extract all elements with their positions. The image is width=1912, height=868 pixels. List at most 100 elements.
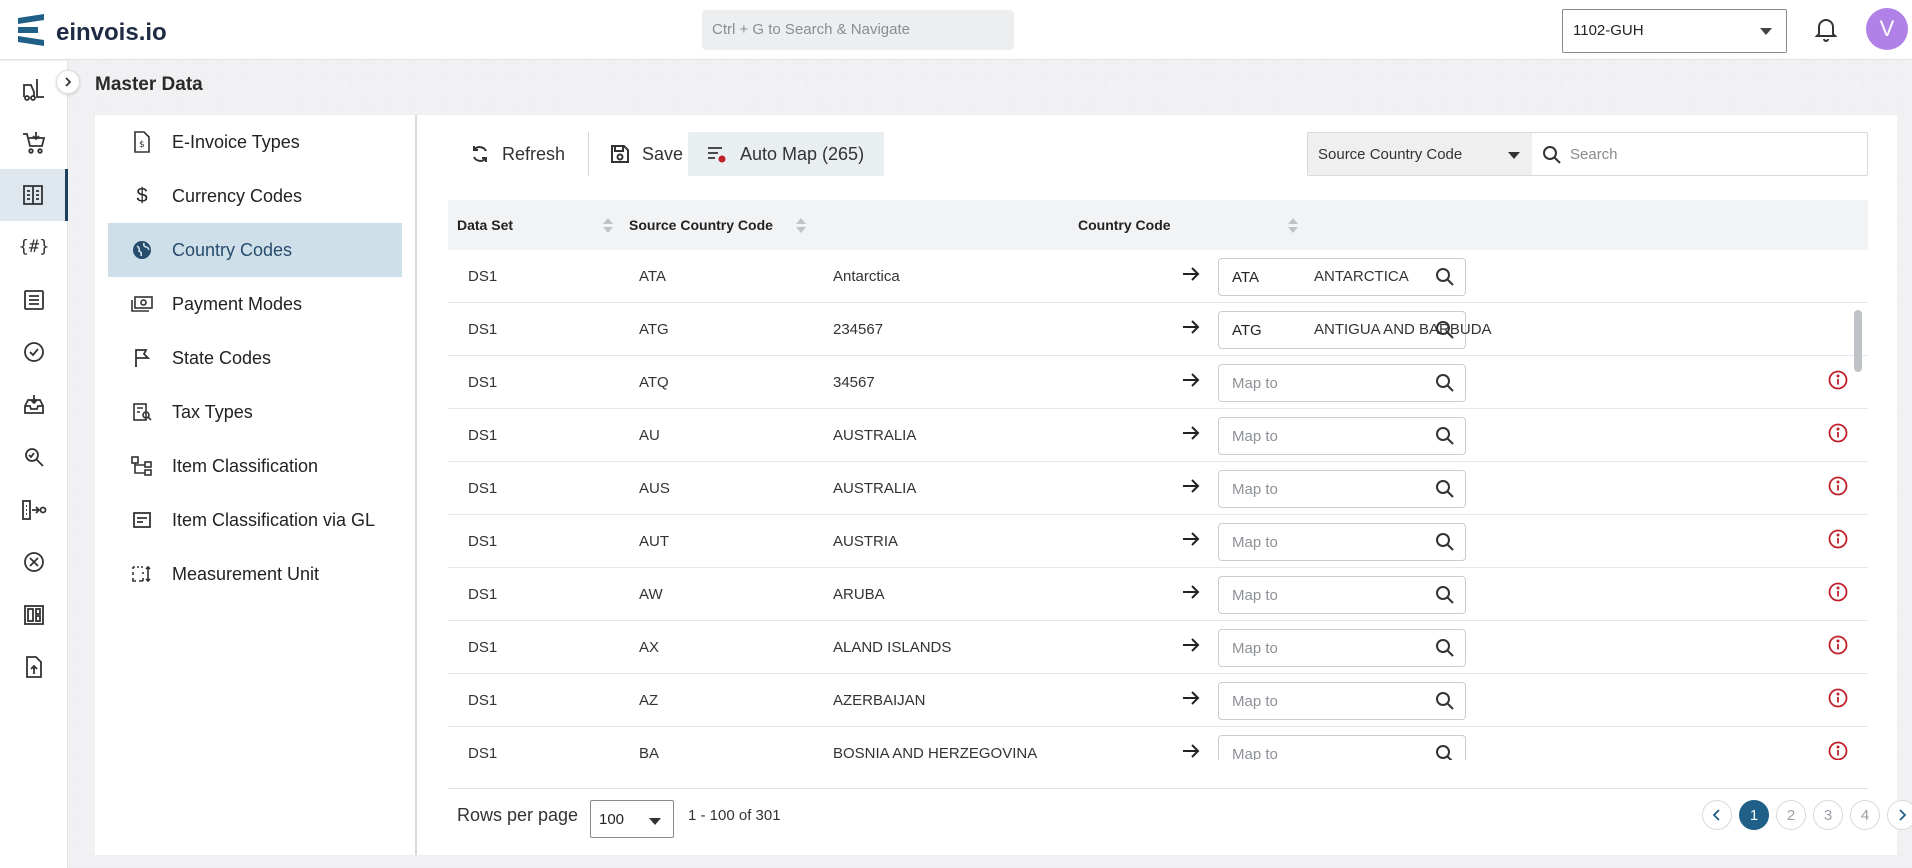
avatar[interactable]: V xyxy=(1866,8,1908,50)
cell-data-set: DS1 xyxy=(468,427,498,444)
page-button-4[interactable]: 4 xyxy=(1850,800,1880,830)
auto-map-icon xyxy=(706,144,728,164)
map-to-input[interactable]: Map to xyxy=(1218,629,1466,667)
menu-item-e-invoice-types[interactable]: $ E-Invoice Types xyxy=(108,115,402,169)
global-search-input[interactable]: Ctrl + G to Search & Navigate xyxy=(702,10,1014,50)
menu-item-tax-types[interactable]: Tax Types xyxy=(108,385,402,439)
menu-item-state-codes[interactable]: State Codes xyxy=(108,331,402,385)
grid-scrollbar[interactable] xyxy=(1854,310,1862,372)
map-to-value: Map to xyxy=(1232,693,1278,710)
filter-field-select[interactable]: Source Country Code xyxy=(1308,133,1532,175)
next-page-button[interactable] xyxy=(1887,800,1912,830)
upload-icon[interactable] xyxy=(0,641,68,693)
sort-icon[interactable] xyxy=(1288,218,1298,234)
map-to-input[interactable]: Map to xyxy=(1218,364,1466,402)
cart-icon[interactable] xyxy=(0,117,68,169)
search-icon[interactable] xyxy=(1435,585,1455,609)
sort-icon[interactable] xyxy=(796,218,806,234)
column-header-source-country-code[interactable]: Source Country Code xyxy=(629,217,773,233)
cell-source-name: AZERBAIJAN xyxy=(833,692,926,709)
page-button-1[interactable]: 1 xyxy=(1739,800,1769,830)
menu-item-country-codes[interactable]: Country Codes xyxy=(108,223,402,277)
hashtag-icon[interactable]: {#} xyxy=(0,221,68,273)
filter-field-value: Source Country Code xyxy=(1318,146,1463,163)
globe-icon xyxy=(128,239,156,261)
inbox-icon[interactable] xyxy=(0,379,68,431)
menu-item-measurement-unit[interactable]: Measurement Unit xyxy=(108,547,402,601)
dashboard-icon[interactable] xyxy=(0,589,68,641)
info-icon[interactable] xyxy=(1828,635,1848,659)
page-button-3[interactable]: 3 xyxy=(1813,800,1843,830)
info-icon[interactable] xyxy=(1828,741,1848,760)
save-button[interactable]: Save xyxy=(610,132,683,176)
company-select[interactable]: 1102-GUH xyxy=(1562,9,1787,53)
info-icon[interactable] xyxy=(1828,529,1848,553)
master-data-icon[interactable] xyxy=(0,169,68,221)
search-icon[interactable] xyxy=(1435,373,1455,397)
menu-item-item-classification-via-gl[interactable]: Item Classification via GL xyxy=(108,493,402,547)
table-row: DS1 AUS AUSTRALIA Map to xyxy=(448,462,1868,515)
info-icon[interactable] xyxy=(1828,476,1848,500)
arrow-right-icon xyxy=(1181,741,1201,760)
search-doc-icon[interactable] xyxy=(0,431,68,483)
prev-page-button[interactable] xyxy=(1702,800,1732,830)
document-list-icon[interactable] xyxy=(0,274,68,326)
search-icon[interactable] xyxy=(1435,532,1455,556)
arrow-right-icon xyxy=(1181,582,1201,606)
cancel-icon[interactable] xyxy=(0,536,68,588)
search-icon[interactable] xyxy=(1435,691,1455,715)
auto-map-button[interactable]: Auto Map (265) xyxy=(688,132,885,176)
chevron-right-icon xyxy=(1899,809,1907,821)
map-to-value: Map to xyxy=(1232,587,1278,604)
column-header-data-set[interactable]: Data Set xyxy=(457,217,513,233)
expand-rail-button[interactable] xyxy=(56,70,80,94)
grid-header: Data Set Source Country Code Country Cod… xyxy=(448,200,1868,250)
map-to-input[interactable]: Map to xyxy=(1218,470,1466,508)
search-icon[interactable] xyxy=(1435,267,1455,291)
column-header-country-code[interactable]: Country Code xyxy=(1078,217,1171,233)
cell-source-code: AUS xyxy=(639,480,670,497)
cell-source-code: ATA xyxy=(639,268,666,285)
menu-item-label: Tax Types xyxy=(172,401,253,422)
map-to-input[interactable]: Map to xyxy=(1218,417,1466,455)
map-to-input[interactable]: Map to xyxy=(1218,682,1466,720)
map-to-input[interactable]: Map to xyxy=(1218,523,1466,561)
menu-item-label: Currency Codes xyxy=(172,185,303,206)
company-select-value: 1102-GUH xyxy=(1573,22,1644,39)
info-icon[interactable] xyxy=(1828,370,1848,394)
arrow-right-icon xyxy=(1181,264,1201,288)
info-icon[interactable] xyxy=(1828,423,1848,447)
search-icon[interactable] xyxy=(1435,744,1455,760)
refresh-button[interactable]: Refresh xyxy=(470,132,565,176)
flow-icon[interactable] xyxy=(0,484,68,536)
menu-item-label: Item Classification xyxy=(172,455,319,476)
cell-data-set: DS1 xyxy=(468,586,498,603)
flag-icon xyxy=(128,348,156,368)
info-icon[interactable] xyxy=(1828,582,1848,606)
cell-data-set: DS1 xyxy=(468,745,498,760)
logo-icon xyxy=(16,14,46,51)
map-to-input[interactable]: Map to xyxy=(1218,576,1466,614)
map-to-input[interactable]: Map to xyxy=(1218,735,1466,760)
search-input[interactable] xyxy=(1570,139,1860,169)
map-to-value: Map to xyxy=(1232,534,1278,551)
menu-divider xyxy=(415,115,417,855)
cell-data-set: DS1 xyxy=(468,692,498,709)
bell-icon[interactable] xyxy=(1814,15,1838,48)
map-to-value: Map to xyxy=(1232,746,1278,760)
sort-icon[interactable] xyxy=(603,218,613,234)
search-icon[interactable] xyxy=(1435,638,1455,662)
menu-item-item-classification[interactable]: Item Classification xyxy=(108,439,402,493)
check-circle-icon[interactable] xyxy=(0,326,68,378)
forklift-icon[interactable] xyxy=(0,64,68,116)
menu-item-payment-modes[interactable]: Payment Modes xyxy=(108,277,402,331)
search-icon[interactable] xyxy=(1435,426,1455,450)
rows-per-page-select[interactable]: 100 xyxy=(590,800,674,838)
arrow-right-icon xyxy=(1181,688,1201,712)
page-button-2[interactable]: 2 xyxy=(1776,800,1806,830)
country-codes-grid: Data Set Source Country Code Country Cod… xyxy=(448,200,1868,760)
search-icon[interactable] xyxy=(1435,479,1455,503)
menu-item-currency-codes[interactable]: $ Currency Codes xyxy=(108,169,402,223)
info-icon[interactable] xyxy=(1828,688,1848,712)
app-logo[interactable]: einvois.io xyxy=(16,14,167,51)
